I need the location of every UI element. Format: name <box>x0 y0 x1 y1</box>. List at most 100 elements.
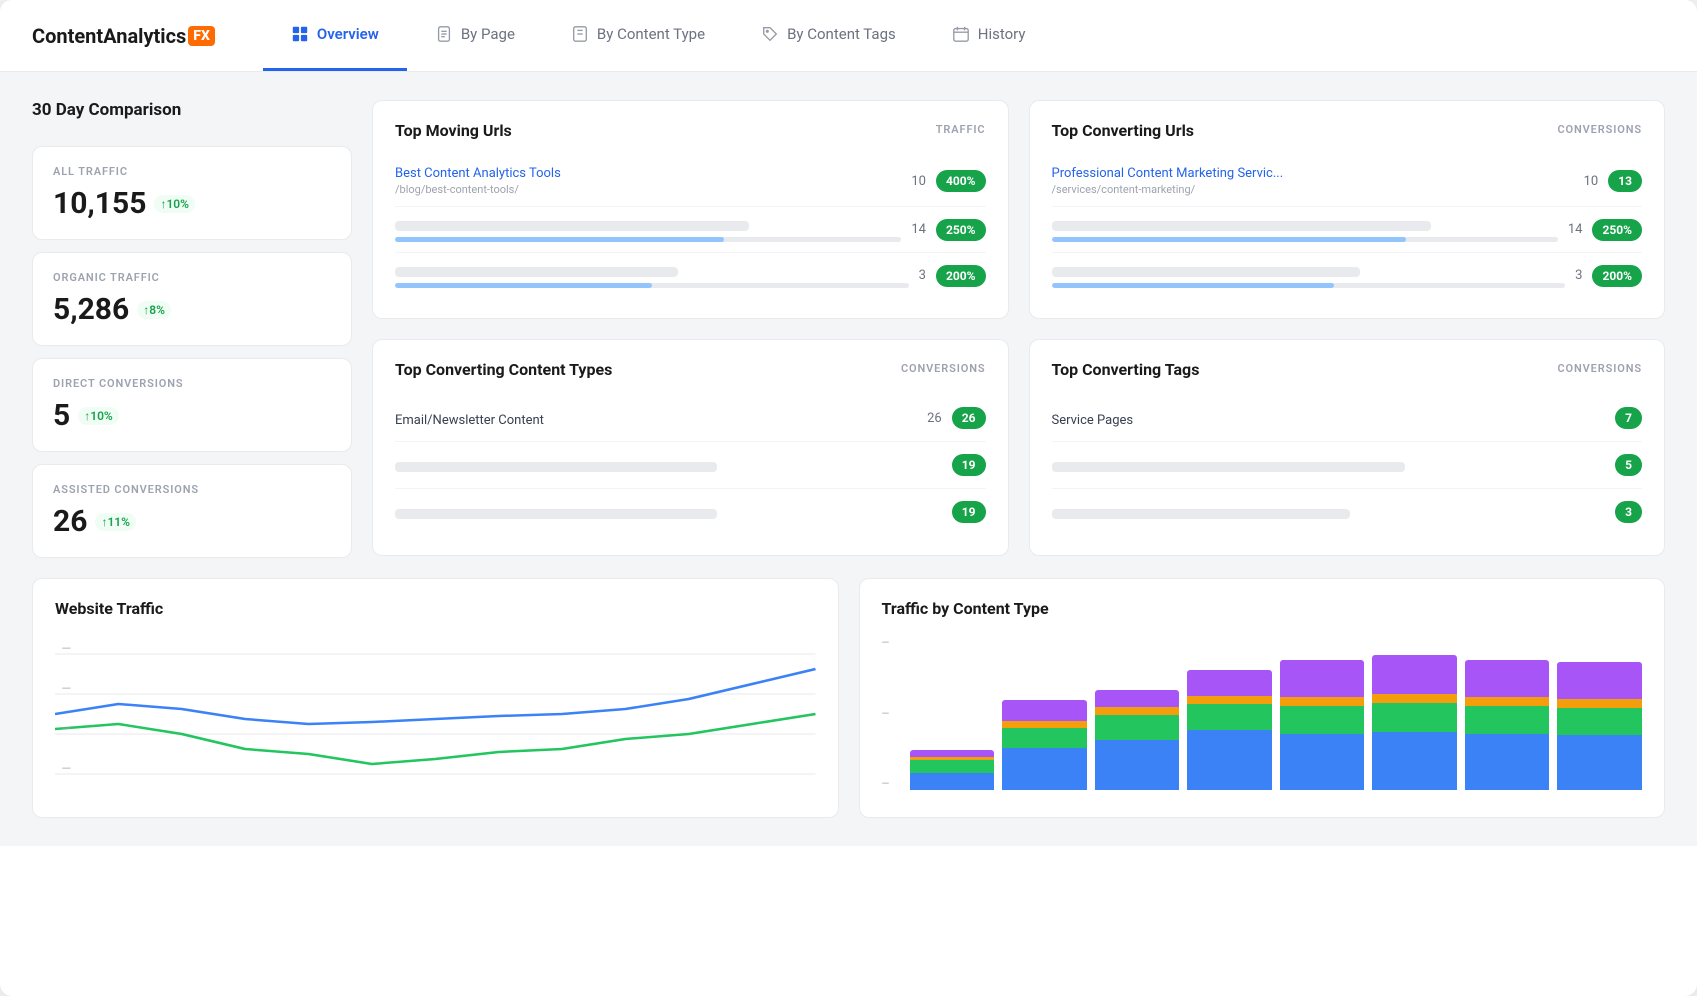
grid-icon <box>291 25 309 43</box>
url-blur-3 <box>395 267 678 277</box>
assisted-conversions-value: 26 <box>53 504 87 539</box>
bar-green-1 <box>910 760 995 773</box>
stats-title: 30 Day Comparison <box>32 100 352 120</box>
top-tags-header: Top Converting Tags CONVERSIONS <box>1052 360 1643 379</box>
right-column: Top Converting Urls CONVERSIONS Professi… <box>1029 100 1666 558</box>
converting-url-num-3: 3 <box>1575 268 1582 283</box>
converting-url-badge-1: 13 <box>1608 170 1642 192</box>
bar-orange-4 <box>1187 696 1272 705</box>
converting-url-path-1: /services/content-marketing/ <box>1052 183 1574 196</box>
url-info-1: Best Content Analytics Tools /blog/best-… <box>395 166 901 196</box>
all-traffic-card: ALL TRAFFIC 10,155 ↑10% <box>32 146 352 240</box>
converting-url-link-1[interactable]: Professional Content Marketing Servic... <box>1052 166 1574 181</box>
bar-blue-8 <box>1557 735 1642 790</box>
direct-conversions-change: ↑10% <box>78 407 119 425</box>
url-bar-2 <box>395 237 724 242</box>
bar-blue-4 <box>1187 730 1272 790</box>
direct-conversions-label: DIRECT CONVERSIONS <box>53 377 331 390</box>
converting-url-num-2: 14 <box>1568 222 1583 237</box>
bar-orange-2 <box>1002 721 1087 728</box>
tag-blur-2 <box>1052 462 1405 472</box>
top-tags-metric: CONVERSIONS <box>1557 360 1642 375</box>
traffic-by-content-type-panel: Traffic by Content Type — — — <box>859 578 1666 818</box>
y-label-top: — <box>882 638 904 649</box>
stats-column: 30 Day Comparison ALL TRAFFIC 10,155 ↑10… <box>32 100 352 558</box>
tag-info-3 <box>1052 505 1596 519</box>
url-row-2: 14 250% <box>395 207 986 253</box>
tab-overview[interactable]: Overview <box>263 0 407 71</box>
direct-conversions-card: DIRECT CONVERSIONS 5 ↑10% <box>32 358 352 452</box>
url-row-3: 3 200% <box>395 253 986 298</box>
url-badge-3: 200% <box>936 265 986 287</box>
bar-purple-1 <box>910 750 995 757</box>
logo-text: ContentAnalytics <box>32 24 186 48</box>
top-content-types-title: Top Converting Content Types <box>395 360 612 379</box>
content-type-info-2 <box>395 458 932 472</box>
content-type-badge-1: 26 <box>952 407 986 429</box>
top-converting-urls-title: Top Converting Urls <box>1052 121 1195 140</box>
top-converting-urls-header: Top Converting Urls CONVERSIONS <box>1052 121 1643 140</box>
bar-purple-2 <box>1002 700 1087 721</box>
logo: ContentAnalytics FX <box>32 24 215 48</box>
organic-traffic-value: 5,286 <box>53 292 129 327</box>
top-moving-urls-title: Top Moving Urls <box>395 121 512 140</box>
app-container: ContentAnalytics FX Overview By Page <box>0 0 1697 996</box>
content-type-row-3: 19 <box>395 489 986 535</box>
header: ContentAnalytics FX Overview By Page <box>0 0 1697 72</box>
top-converting-urls-metric: CONVERSIONS <box>1557 121 1642 136</box>
url-num-2: 14 <box>911 222 926 237</box>
url-row-1: Best Content Analytics Tools /blog/best-… <box>395 156 986 207</box>
converting-url-blur-2 <box>1052 221 1432 231</box>
url-badge-2: 250% <box>936 219 986 241</box>
converting-url-bar-2 <box>1052 237 1406 242</box>
assisted-conversions-label: ASSISTED CONVERSIONS <box>53 483 331 496</box>
content-type-info-3 <box>395 505 932 519</box>
middle-column: Top Moving Urls TRAFFIC Best Content Ana… <box>372 100 1009 558</box>
tab-by-page[interactable]: By Page <box>407 0 543 71</box>
url-path-1: /blog/best-content-tools/ <box>395 183 901 196</box>
bar-group-3 <box>1095 634 1180 790</box>
tab-by-content-tags[interactable]: By Content Tags <box>733 0 924 71</box>
url-info-2 <box>395 217 901 242</box>
bar-stack-4 <box>1187 670 1272 790</box>
tag-icon <box>761 25 779 43</box>
converting-url-badge-2: 250% <box>1592 219 1642 241</box>
url-link-1[interactable]: Best Content Analytics Tools <box>395 166 901 181</box>
top-moving-urls-panel: Top Moving Urls TRAFFIC Best Content Ana… <box>372 100 1009 319</box>
tag-row-1: Service Pages 7 <box>1052 395 1643 442</box>
bar-green-3 <box>1095 715 1180 740</box>
content-type-num-1: 26 <box>927 411 942 426</box>
bar-orange-6 <box>1372 694 1457 704</box>
bar-blue-7 <box>1465 734 1550 790</box>
converting-url-bar-3 <box>1052 283 1335 288</box>
bar-purple-7 <box>1465 660 1550 697</box>
direct-conversions-value-row: 5 ↑10% <box>53 398 331 433</box>
bar-purple-8 <box>1557 662 1642 699</box>
all-traffic-value: 10,155 <box>53 186 146 221</box>
converting-url-row-2: 14 250% <box>1052 207 1643 253</box>
assisted-conversions-card: ASSISTED CONVERSIONS 26 ↑11% <box>32 464 352 558</box>
converting-url-blur-3 <box>1052 267 1360 277</box>
svg-text:—: — <box>61 722 71 734</box>
tab-history[interactable]: History <box>924 0 1054 71</box>
bar-group-2 <box>1002 634 1087 790</box>
url-info-3 <box>395 263 909 288</box>
converting-url-row-1: Professional Content Marketing Servic...… <box>1052 156 1643 207</box>
bar-group-4 <box>1187 634 1272 790</box>
y-label-bot: — <box>882 779 904 790</box>
content-type-row-2: 19 <box>395 442 986 489</box>
top-content-types-header: Top Converting Content Types CONVERSIONS <box>395 360 986 379</box>
bar-group-5 <box>1280 634 1365 790</box>
bar-orange-8 <box>1557 699 1642 708</box>
url-num-1: 10 <box>911 174 926 189</box>
all-traffic-change: ↑10% <box>154 195 195 213</box>
bar-blue-5 <box>1280 734 1365 790</box>
tag-name-1: Service Pages <box>1052 413 1134 428</box>
converting-url-badge-3: 200% <box>1592 265 1642 287</box>
bar-orange-5 <box>1280 697 1365 706</box>
bar-green-2 <box>1002 728 1087 749</box>
tab-by-content-type[interactable]: By Content Type <box>543 0 733 71</box>
content-type-blur-3 <box>395 509 717 519</box>
bar-chart-container: — — — <box>882 634 1643 794</box>
website-traffic-title: Website Traffic <box>55 599 816 618</box>
